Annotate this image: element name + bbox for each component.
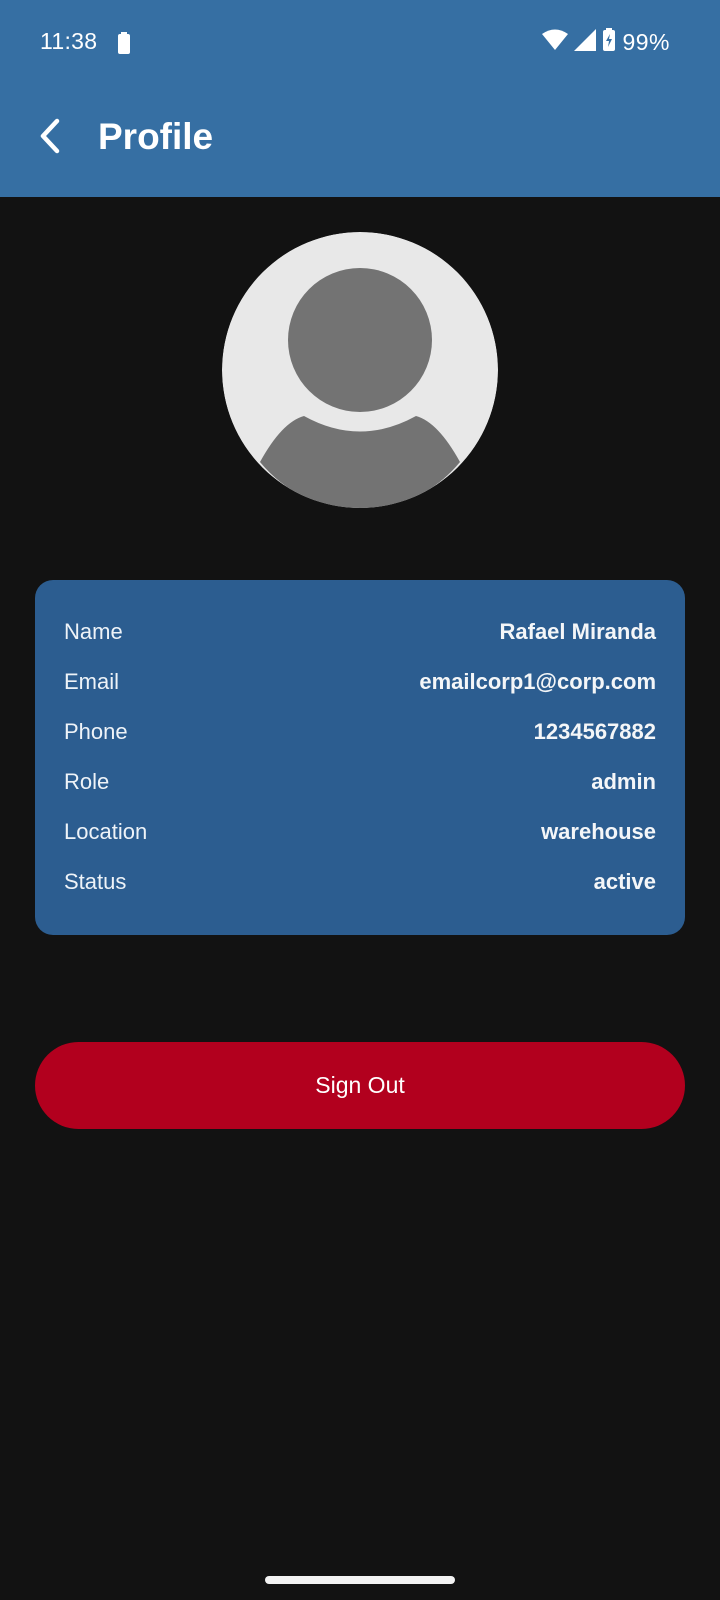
status-bar: 11:38 99% — [0, 0, 720, 84]
person-placeholder-icon — [222, 232, 498, 508]
location-label: Location — [64, 819, 148, 844]
app-bar: 11:38 99% Profile — [0, 0, 720, 197]
battery-charging-icon — [602, 27, 616, 57]
status-label: Status — [64, 869, 127, 894]
status-value: active — [593, 869, 656, 894]
email-label: Email — [64, 669, 120, 694]
info-row-phone: Phone 1234567882 — [64, 715, 656, 749]
email-value: emailcorp1@corp.com — [419, 669, 656, 694]
info-row-email: Email emailcorp1@corp.com — [64, 665, 656, 699]
battery-small-icon — [117, 32, 131, 59]
profile-info-card: Name Rafael Miranda Email emailcorp1@cor… — [35, 580, 685, 935]
signal-icon — [574, 28, 597, 56]
info-row-name: Name Rafael Miranda — [64, 615, 656, 649]
info-row-status: Status active — [64, 865, 656, 899]
profile-screen: 11:38 99% Profile Name Rafael Miranda Em… — [0, 0, 720, 1600]
page-title: Profile — [98, 116, 214, 157]
home-indicator[interactable] — [265, 1576, 455, 1584]
role-label: Role — [64, 769, 110, 794]
status-icons: 99% — [542, 27, 670, 57]
wifi-icon — [542, 29, 569, 56]
avatar — [222, 232, 498, 508]
phone-value: 1234567882 — [533, 719, 656, 744]
phone-label: Phone — [64, 719, 128, 744]
back-button[interactable] — [28, 114, 72, 162]
info-row-location: Location warehouse — [64, 815, 656, 849]
battery-percent: 99% — [622, 28, 670, 55]
status-time: 11:38 — [40, 28, 98, 54]
role-value: admin — [591, 769, 656, 794]
sign-out-button[interactable]: Sign Out — [35, 1042, 685, 1129]
info-row-role: Role admin — [64, 765, 656, 799]
name-value: Rafael Miranda — [499, 619, 657, 644]
toolbar: Profile — [0, 100, 720, 180]
location-value: warehouse — [541, 819, 656, 844]
name-label: Name — [64, 619, 123, 644]
chevron-left-icon — [37, 118, 63, 159]
